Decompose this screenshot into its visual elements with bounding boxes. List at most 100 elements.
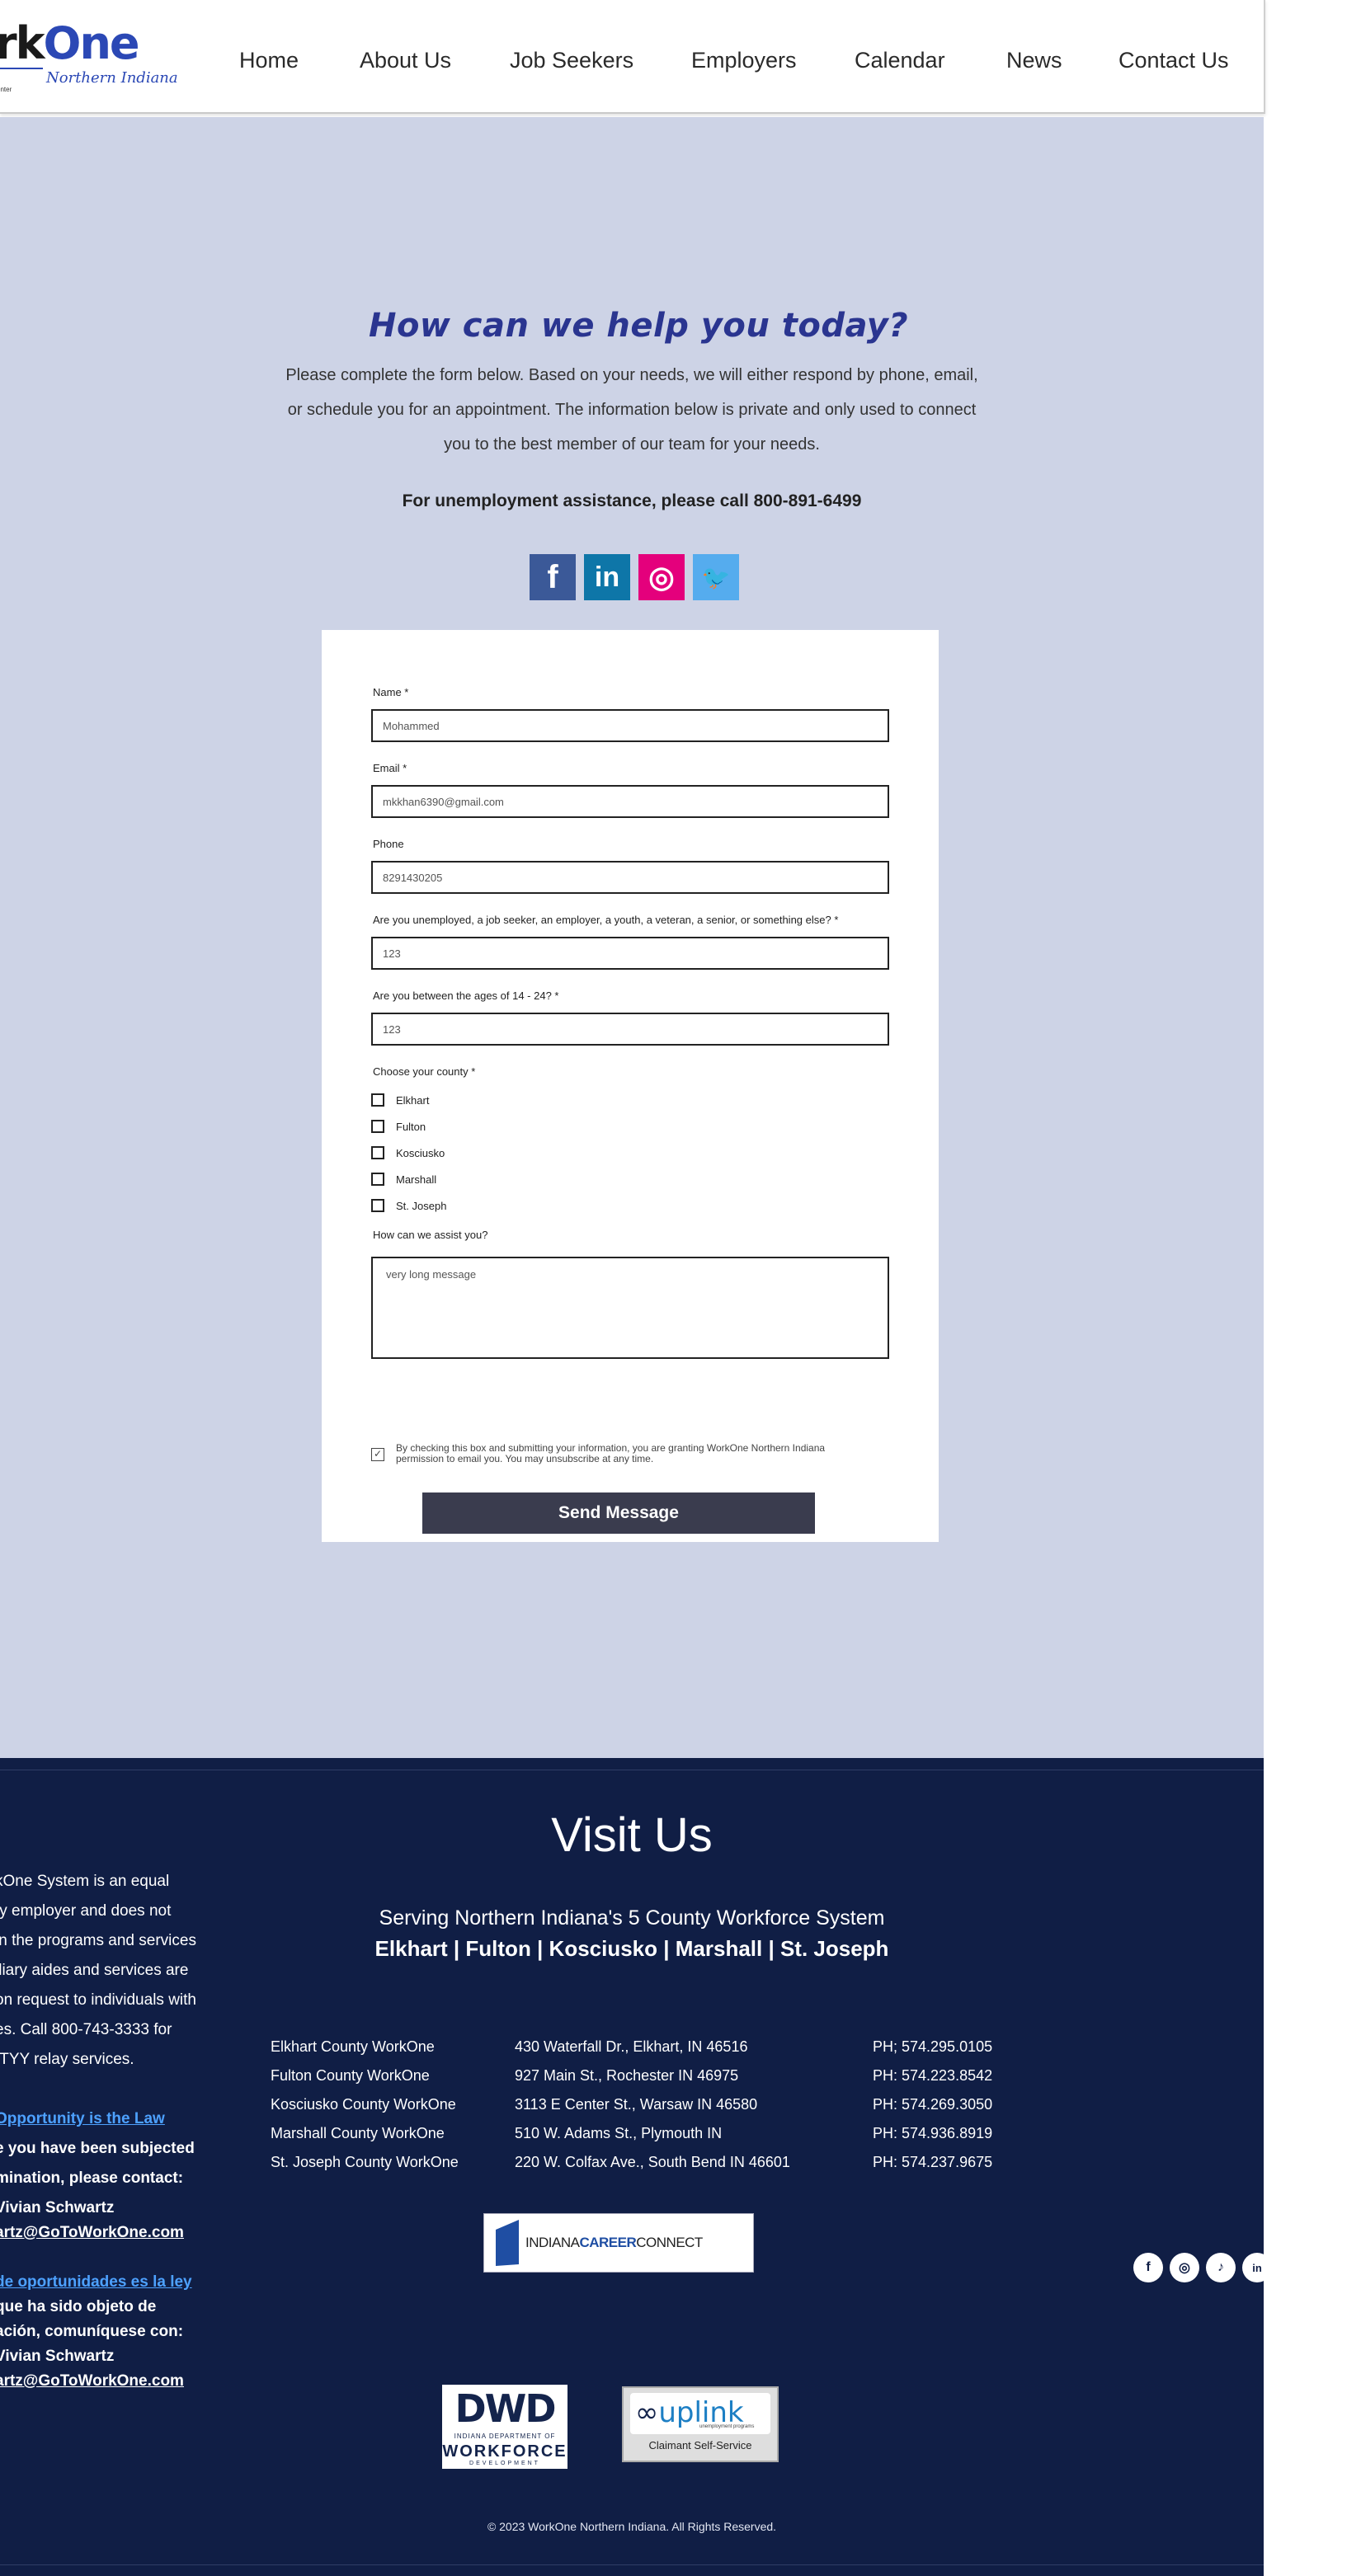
county-option-label: Marshall: [396, 1173, 437, 1186]
phone-label: Phone: [373, 838, 404, 850]
office-address: 3113 E Center St., Warsaw IN 46580: [515, 2096, 758, 2113]
logo-underline: [0, 68, 43, 69]
county-option-kosciusko[interactable]: Kosciusko: [371, 1145, 445, 1161]
es-email-link[interactable]: artz@GoToWorkOne.com: [0, 2367, 184, 2396]
county-option-label: Elkhart: [396, 1093, 430, 1107]
nav-about-us[interactable]: About Us: [360, 48, 451, 73]
assist-label: How can we assist you?: [373, 1229, 488, 1241]
eo-line: kOne System is an equal: [0, 1873, 170, 1890]
county-checkbox[interactable]: [371, 1146, 384, 1159]
office-address: 430 Waterfall Dr., Elkhart, IN 46516: [515, 2038, 748, 2055]
consent-checkbox[interactable]: ✓: [371, 1448, 384, 1461]
name-input[interactable]: [371, 709, 889, 742]
uplink-logo-label: Claimant Self-Service: [648, 2439, 752, 2451]
office-phone: PH: 574.223.8542: [873, 2067, 993, 2084]
office-phone: PH: 574.936.8919: [873, 2125, 993, 2141]
icc-logo-part: INDIANA: [525, 2235, 580, 2250]
eo-contact-line: mination, please contact:: [0, 2169, 184, 2187]
age-label: Are you between the ages of 14 - 24? *: [373, 990, 559, 1002]
county-checkbox[interactable]: [371, 1173, 384, 1186]
eo-line: on request to individuals with: [0, 1991, 196, 2009]
intro-line-1: Please complete the form below. Based on…: [285, 366, 978, 384]
office-name: Kosciusko County WorkOne: [271, 2096, 456, 2113]
county-option-fulton[interactable]: Fulton: [371, 1118, 426, 1135]
contact-form: Name * Email * Phone Are you unemployed,…: [322, 630, 939, 1542]
county-option-label: St. Joseph: [396, 1199, 447, 1212]
dwd-logo[interactable]: DWD INDIANA DEPARTMENT OF WORKFORCE DEVE…: [442, 2385, 567, 2469]
eo-line: iliary aides and services are: [0, 1962, 189, 1979]
county-checkbox[interactable]: [371, 1120, 384, 1133]
facebook-icon[interactable]: f: [1133, 2253, 1163, 2282]
nav-employers[interactable]: Employers: [691, 48, 797, 73]
eo-law-link[interactable]: Opportunity is the Law: [0, 2104, 165, 2134]
county-option-marshall[interactable]: Marshall: [371, 1171, 436, 1187]
nav-calendar[interactable]: Calendar: [855, 48, 945, 73]
nav-job-seekers[interactable]: Job Seekers: [510, 48, 633, 73]
dwd-logo-mark: DWD: [454, 2386, 556, 2431]
copyright: © 2023 WorkOne Northern Indiana. All Rig…: [487, 2520, 777, 2533]
consent-text: By checking this box and submitting your…: [396, 1442, 826, 1464]
logo-region: Northern Indiana: [46, 69, 178, 87]
phone-input[interactable]: [371, 861, 889, 894]
tiktok-icon[interactable]: ♪: [1206, 2253, 1236, 2282]
instagram-icon[interactable]: ◎: [638, 554, 685, 600]
county-checkbox[interactable]: [371, 1093, 384, 1107]
footer-divider: [0, 2564, 1264, 2565]
office-phone: PH; 574.295.0105: [873, 2038, 993, 2055]
logo-tagline: enter: [0, 86, 12, 93]
facebook-icon[interactable]: f: [530, 554, 576, 600]
intro-line-2: or schedule you for an appointment. The …: [287, 401, 977, 419]
assist-textarea[interactable]: very long message: [371, 1257, 889, 1359]
eo-contact-line: e you have been subjected: [0, 2140, 195, 2157]
site-header: rkOne Northern Indiana enter Home About …: [0, 0, 1265, 114]
eo-email-link[interactable]: artz@GoToWorkOne.com: [0, 2218, 184, 2248]
county-option-st-joseph[interactable]: St. Joseph: [371, 1197, 446, 1214]
logo-wordmark: rkOne: [0, 17, 140, 69]
indiana-career-connect-logo[interactable]: INDIANACAREERCONNECT: [483, 2213, 754, 2273]
office-address: 510 W. Adams St., Plymouth IN: [515, 2125, 723, 2141]
county-option-label: Fulton: [396, 1120, 426, 1133]
dwd-logo-word: WORKFORCE: [442, 2442, 567, 2461]
office-address: 220 W. Colfax Ave., South Bend IN 46601: [515, 2154, 790, 2170]
uplink-logo-sub: unemployment programs: [699, 2424, 755, 2429]
dwd-logo-line: INDIANA DEPARTMENT OF: [454, 2433, 556, 2440]
office-name: Elkhart County WorkOne: [271, 2038, 435, 2055]
icc-logo-part: CONNECT: [636, 2235, 703, 2250]
email-label: Email *: [373, 762, 407, 774]
county-checkbox[interactable]: [371, 1199, 384, 1212]
unemployment-phone-line: For unemployment assistance, please call…: [402, 491, 862, 510]
eo-line: es. Call 800-743-3333 for: [0, 2021, 172, 2038]
instagram-icon[interactable]: ◎: [1170, 2253, 1199, 2282]
name-label: Name *: [373, 686, 409, 698]
eo-line: /TYY relay services.: [0, 2051, 134, 2068]
page-title: How can we help you today?: [368, 307, 909, 345]
nav-home[interactable]: Home: [239, 48, 299, 73]
intro-line-3: you to the best member of our team for y…: [444, 435, 820, 454]
office-name: Fulton County WorkOne: [271, 2067, 430, 2084]
office-name: St. Joseph County WorkOne: [271, 2154, 459, 2170]
county-option-elkhart[interactable]: Elkhart: [371, 1092, 429, 1108]
county-option-label: Kosciusko: [396, 1146, 445, 1159]
twitter-icon[interactable]: 🐦: [693, 554, 739, 600]
office-phone: PH: 574.237.9675: [873, 2154, 993, 2170]
age-input[interactable]: [371, 1013, 889, 1046]
uplink-logo[interactable]: ∞uplink unemployment programs Claimant S…: [622, 2386, 779, 2462]
office-phone: PH: 574.269.3050: [873, 2096, 993, 2113]
office-name: Marshall County WorkOne: [271, 2125, 445, 2141]
dwd-logo-dev: DEVELOPMENT: [469, 2461, 540, 2466]
visit-us-title: Visit Us: [551, 1808, 713, 1862]
contact-section: How can we help you today? Please comple…: [0, 117, 1264, 1758]
linkedin-icon[interactable]: in: [1242, 2253, 1272, 2282]
status-label: Are you unemployed, a job seeker, an emp…: [373, 914, 839, 926]
county-label: Choose your county *: [373, 1065, 476, 1078]
send-message-button[interactable]: Send Message: [422, 1492, 815, 1534]
site-footer: Visit Us Serving Northern Indiana's 5 Co…: [0, 1758, 1272, 2576]
status-input[interactable]: [371, 937, 889, 970]
eo-line: ty employer and does not: [0, 1902, 172, 1920]
linkedin-icon[interactable]: in: [584, 554, 630, 600]
icc-mark-icon: [496, 2220, 519, 2266]
nav-news[interactable]: News: [1006, 48, 1062, 73]
nav-contact-us[interactable]: Contact Us: [1118, 48, 1229, 73]
office-address: 927 Main St., Rochester IN 46975: [515, 2067, 739, 2084]
email-input[interactable]: [371, 785, 889, 818]
